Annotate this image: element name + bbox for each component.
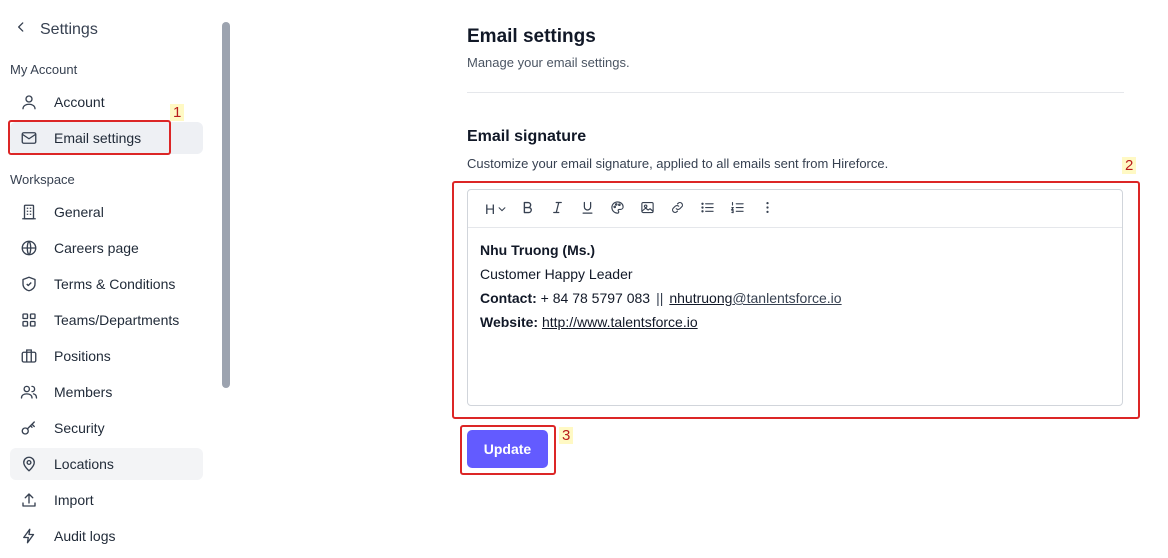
signature-line-website: Website: http://www.talentsforce.io: [480, 314, 698, 330]
color-button[interactable]: [602, 196, 632, 222]
image-icon: [640, 200, 655, 218]
bullet-list-button[interactable]: [692, 196, 722, 222]
building-icon: [20, 203, 38, 221]
sidebar-item-import[interactable]: Import: [10, 484, 203, 516]
bold-button[interactable]: [512, 196, 542, 222]
sidebar-item-careers-page[interactable]: Careers page: [10, 232, 203, 264]
shield-check-icon: [20, 275, 38, 293]
image-button[interactable]: [632, 196, 662, 222]
signature-editor[interactable]: H Nhu Truong (Ms.) Customer Happy Leader…: [467, 189, 1123, 406]
sidebar-item-terms-conditions[interactable]: Terms & Conditions: [10, 268, 203, 300]
more-vertical-icon: [760, 200, 775, 218]
heading-dropdown[interactable]: H: [480, 196, 512, 222]
upload-icon: [20, 491, 38, 509]
chevron-left-icon: [14, 20, 28, 39]
website-link[interactable]: http://www.talentsforce.io: [542, 314, 698, 330]
globe-icon: [20, 239, 38, 257]
annotation-number-2: 2: [1122, 157, 1137, 174]
sidebar-item-label: General: [54, 204, 104, 220]
palette-icon: [610, 200, 625, 218]
sidebar-item-label: Locations: [54, 456, 114, 472]
sidebar-item-positions[interactable]: Positions: [10, 340, 203, 372]
sidebar-item-label: Security: [54, 420, 105, 436]
signature-line-contact: Contact: + 84 78 5797 083 || nhutruong@tan…: [480, 290, 842, 306]
section-label-my-account: My Account: [10, 62, 78, 77]
sidebar-item-label: Members: [54, 384, 113, 400]
email-link[interactable]: nhutruong@tanlentsforce.io: [669, 290, 841, 306]
users-icon: [20, 383, 38, 401]
signature-title: Email signature: [467, 128, 587, 145]
sidebar-item-members[interactable]: Members: [10, 376, 203, 408]
annotation-number-1: 1: [170, 104, 185, 121]
sidebar-item-label: Audit logs: [54, 528, 116, 544]
sidebar: Settings My Account Account Email settin…: [0, 0, 235, 558]
link-icon: [670, 200, 685, 218]
ordered-list-button[interactable]: [722, 196, 752, 222]
signature-subtitle: Customize your email signature, applied …: [467, 156, 889, 171]
grid-icon: [20, 311, 38, 329]
bolt-icon: [20, 527, 38, 545]
underline-icon: [580, 200, 595, 218]
bullet-list-icon: [700, 200, 715, 218]
bold-icon: [520, 200, 535, 218]
sidebar-item-general[interactable]: General: [10, 196, 203, 228]
ordered-list-icon: [730, 200, 745, 218]
update-button[interactable]: Update: [467, 430, 548, 468]
sidebar-item-audit-logs[interactable]: Audit logs: [10, 520, 203, 552]
underline-button[interactable]: [572, 196, 602, 222]
back-button[interactable]: Settings: [14, 20, 98, 39]
annotation-box-1: [8, 120, 171, 155]
sidebar-scrollbar[interactable]: [222, 22, 230, 388]
sidebar-item-label: Import: [54, 492, 94, 508]
sidebar-item-label: Careers page: [54, 240, 139, 256]
annotation-number-3: 3: [559, 427, 574, 444]
briefcase-icon: [20, 347, 38, 365]
chevron-down-icon: [497, 201, 507, 217]
map-pin-icon: [20, 455, 38, 473]
signature-line-name: Nhu Truong (Ms.): [480, 242, 596, 258]
key-icon: [20, 419, 38, 437]
section-label-workspace: Workspace: [10, 172, 75, 187]
italic-button[interactable]: [542, 196, 572, 222]
more-options-button[interactable]: [752, 196, 782, 222]
sidebar-item-locations[interactable]: Locations: [10, 448, 203, 480]
sidebar-item-label: Account: [54, 94, 105, 110]
signature-line-role: Customer Happy Leader: [480, 266, 633, 282]
sidebar-item-label: Positions: [54, 348, 111, 364]
sidebar-item-security[interactable]: Security: [10, 412, 203, 444]
heading-label: H: [484, 200, 496, 217]
user-icon: [20, 93, 38, 111]
divider: [467, 92, 1124, 93]
editor-toolbar: H: [468, 190, 1122, 228]
italic-icon: [550, 200, 565, 218]
settings-title: Settings: [40, 20, 98, 38]
editor-content[interactable]: Nhu Truong (Ms.) Customer Happy Leader C…: [468, 228, 1122, 344]
page-subtitle: Manage your email settings.: [467, 55, 630, 70]
sidebar-item-teams-departments[interactable]: Teams/Departments: [10, 304, 203, 336]
sidebar-item-label: Teams/Departments: [54, 312, 180, 328]
link-button[interactable]: [662, 196, 692, 222]
page-title: Email settings: [467, 26, 596, 47]
sidebar-item-label: Terms & Conditions: [54, 276, 176, 292]
